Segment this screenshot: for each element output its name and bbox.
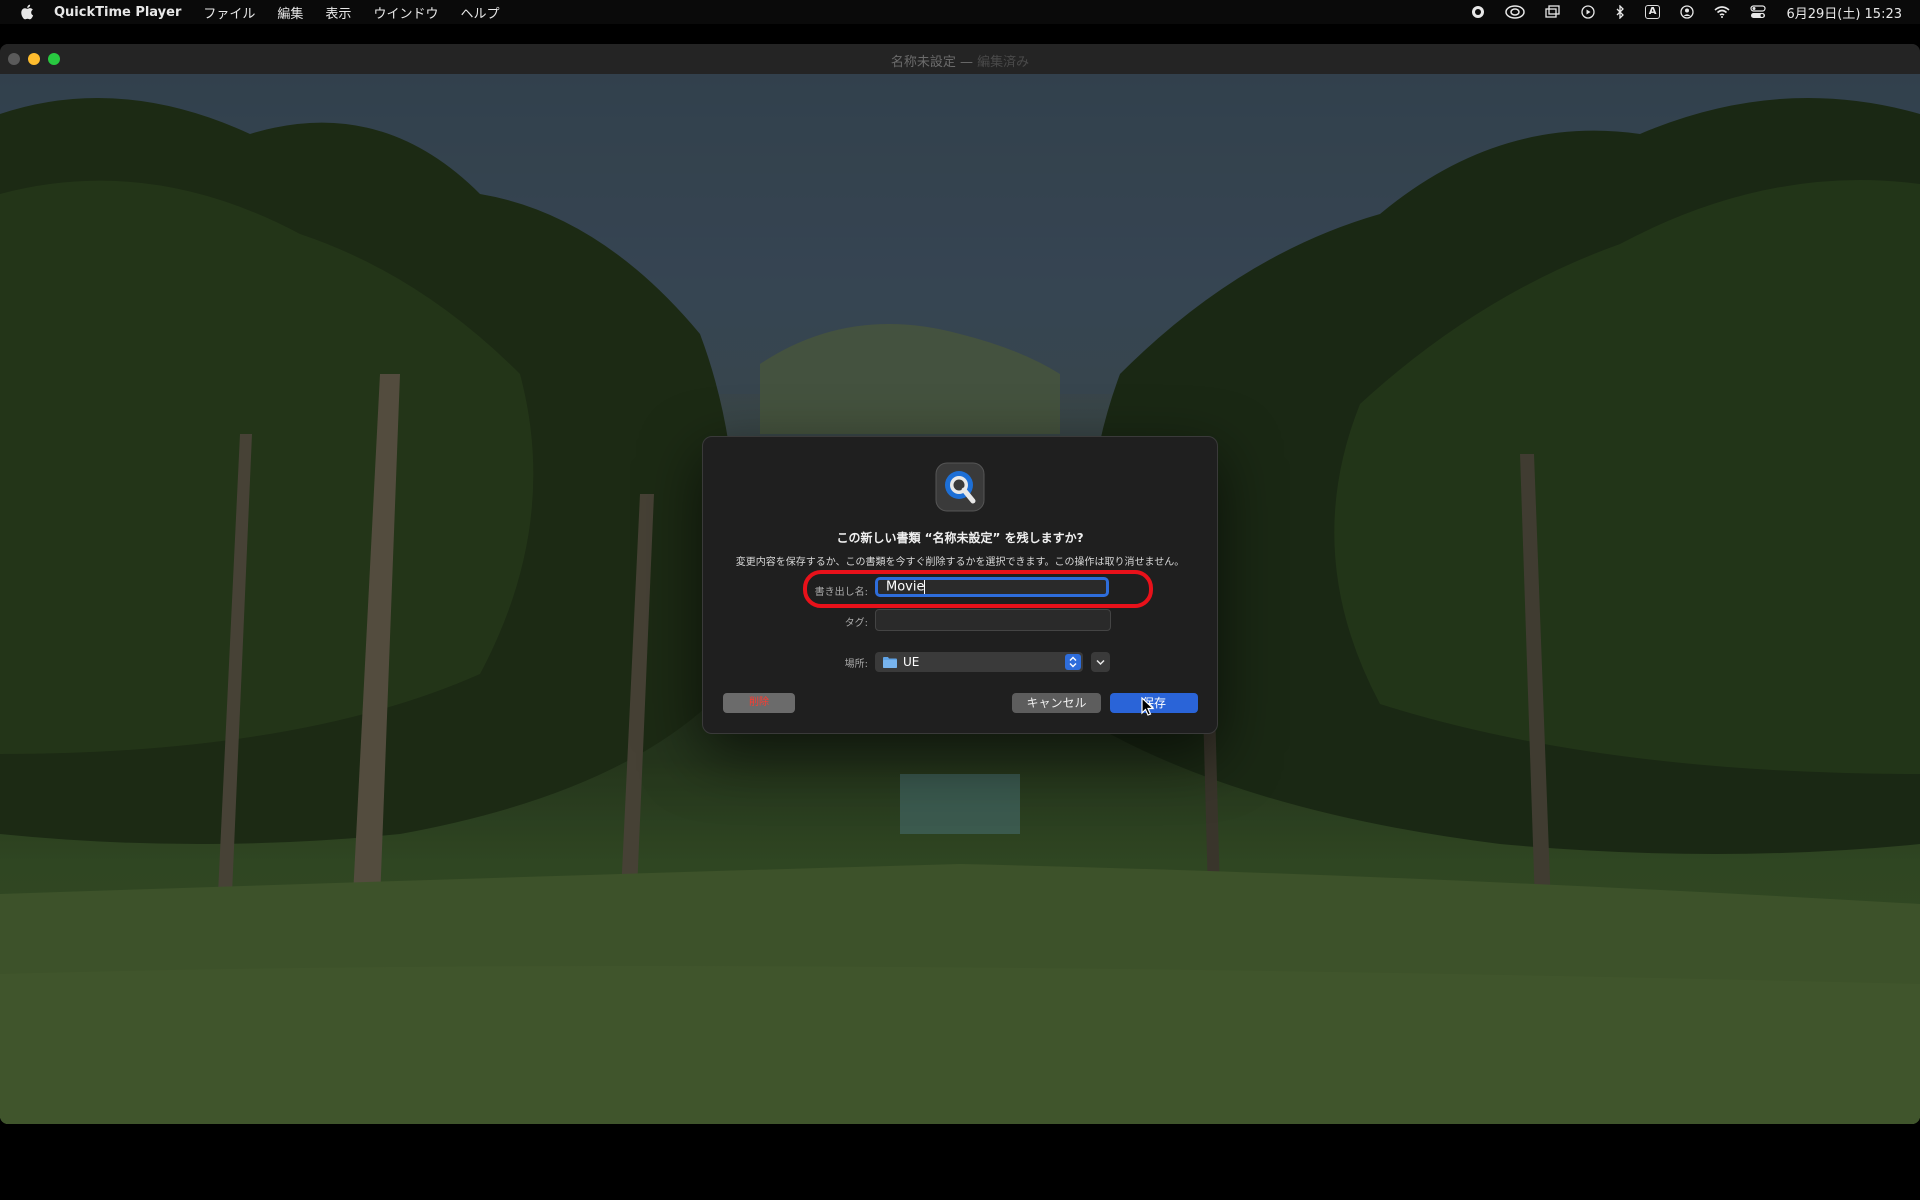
menu-file[interactable]: ファイル <box>203 3 255 22</box>
edited-status: 編集済み <box>977 55 1030 70</box>
control-center-icon[interactable] <box>1750 5 1767 19</box>
status-area: A 6月29日(土) 15:23 <box>1471 0 1902 24</box>
mouse-cursor-icon <box>1141 696 1155 721</box>
bluetooth-icon[interactable] <box>1615 5 1625 19</box>
menu-edit[interactable]: 編集 <box>277 3 303 22</box>
location-value: UE <box>903 655 920 669</box>
save-dialog: この新しい書類 “名称未設定” を残しますか? 変更内容を保存するか、この書類を… <box>702 436 1218 734</box>
window-titlebar[interactable]: 名称未設定 — 編集済み <box>0 44 1920 75</box>
menu-help[interactable]: ヘルプ <box>460 3 499 22</box>
window-stack-icon[interactable] <box>1545 5 1561 19</box>
title-separator: — <box>955 55 978 70</box>
screen-record-icon[interactable] <box>1471 5 1485 19</box>
text-caret <box>924 580 926 594</box>
wifi-icon[interactable] <box>1714 6 1730 18</box>
app-menu[interactable]: QuickTime Player <box>54 5 181 20</box>
creative-cloud-icon[interactable] <box>1504 5 1525 19</box>
input-method-indicator[interactable]: A <box>1644 5 1661 19</box>
tags-label: タグ: <box>844 618 868 629</box>
apple-menu-icon[interactable] <box>20 4 34 20</box>
export-name-label: 書き出し名: <box>814 587 868 598</box>
menu-bar: QuickTime Player ファイル 編集 表示 ウインドウ ヘルプ A … <box>0 0 1920 24</box>
play-circle-icon[interactable] <box>1581 5 1595 19</box>
window-title: 名称未設定 — 編集済み <box>0 51 1920 70</box>
menu-window[interactable]: ウインドウ <box>373 3 438 22</box>
user-account-icon[interactable] <box>1680 5 1695 19</box>
dialog-message: 変更内容を保存するか、この書類を今すぐ削除するかを選択できます。この操作は取り消… <box>735 557 1185 568</box>
quicktime-app-icon <box>934 461 986 513</box>
popup-stepper-icon <box>1065 654 1081 670</box>
menubar-clock[interactable]: 6月29日(土) 15:23 <box>1786 3 1902 22</box>
menu-view[interactable]: 表示 <box>325 3 351 22</box>
location-popup[interactable]: UE <box>875 652 1083 672</box>
location-label: 場所: <box>844 659 868 670</box>
expand-browser-button[interactable] <box>1091 652 1110 672</box>
chevron-down-icon <box>1096 659 1105 666</box>
export-name-input[interactable]: Movie <box>875 577 1109 597</box>
document-name: 名称未設定 <box>890 55 956 70</box>
folder-icon <box>883 657 897 668</box>
tags-input[interactable] <box>875 609 1111 631</box>
delete-button[interactable]: 削除 <box>723 693 795 713</box>
dialog-title: この新しい書類 “名称未設定” を残しますか? <box>836 531 1084 545</box>
export-name-value: Movie <box>886 579 925 595</box>
cancel-button[interactable]: キャンセル <box>1012 693 1101 713</box>
